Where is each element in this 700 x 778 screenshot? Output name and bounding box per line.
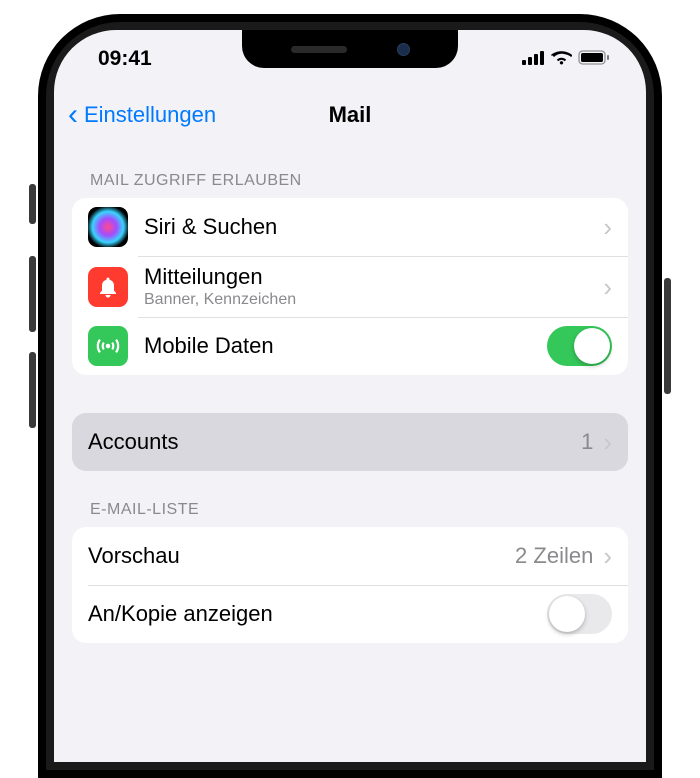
row-label: Mobile Daten: [144, 333, 547, 359]
row-value: 1: [581, 429, 593, 455]
section-header-maillist: E-MAIL-LISTE: [90, 501, 628, 519]
row-cellular-data: Mobile Daten: [72, 317, 628, 375]
chevron-right-icon: ›: [603, 429, 612, 455]
row-label: Mitteilungen: [144, 264, 603, 290]
row-sublabel: Banner, Kennzeichen: [144, 291, 603, 309]
nav-bar: ‹ Einstellungen Mail: [54, 88, 646, 142]
row-label: An/Kopie anzeigen: [88, 601, 547, 627]
status-time: 09:41: [98, 47, 152, 71]
row-preview[interactable]: Vorschau 2 Zeilen ›: [72, 527, 628, 585]
group-maillist: Vorschau 2 Zeilen › An/Kopie anzeigen: [72, 527, 628, 643]
row-label: Vorschau: [88, 543, 515, 569]
row-label: Siri & Suchen: [144, 214, 603, 240]
group-accounts: Accounts 1 ›: [72, 413, 628, 471]
volume-down-button: [29, 352, 36, 428]
siri-icon: [88, 207, 128, 247]
chevron-left-icon: ‹: [68, 100, 78, 130]
chevron-right-icon: ›: [603, 543, 612, 569]
row-accounts[interactable]: Accounts 1 ›: [72, 413, 628, 471]
group-access: Siri & Suchen › Mitteilungen Banner, Ken…: [72, 198, 628, 375]
row-show-cc: An/Kopie anzeigen: [72, 585, 628, 643]
power-button: [664, 278, 671, 394]
chevron-right-icon: ›: [603, 274, 612, 300]
show-cc-toggle[interactable]: [547, 594, 612, 634]
cellular-signal-icon: [522, 47, 545, 71]
wifi-icon: [551, 47, 572, 71]
row-value: 2 Zeilen: [515, 543, 593, 569]
battery-icon: [578, 47, 610, 71]
row-siri-search[interactable]: Siri & Suchen ›: [72, 198, 628, 256]
section-header-access: MAIL ZUGRIFF ERLAUBEN: [90, 172, 628, 190]
cellular-data-icon: [88, 326, 128, 366]
screen: 09:41 ‹ Einstellungen: [54, 30, 646, 762]
back-label: Einstellungen: [84, 102, 216, 128]
cellular-toggle[interactable]: [547, 326, 612, 366]
volume-up-button: [29, 256, 36, 332]
phone-frame: 09:41 ‹ Einstellungen: [38, 14, 662, 778]
row-label: Accounts: [88, 429, 581, 455]
page-title: Mail: [329, 102, 372, 128]
notch: [242, 30, 458, 68]
chevron-right-icon: ›: [603, 214, 612, 240]
mute-switch: [29, 184, 36, 224]
back-button[interactable]: ‹ Einstellungen: [68, 100, 216, 130]
row-notifications[interactable]: Mitteilungen Banner, Kennzeichen ›: [72, 256, 628, 317]
notifications-icon: [88, 267, 128, 307]
